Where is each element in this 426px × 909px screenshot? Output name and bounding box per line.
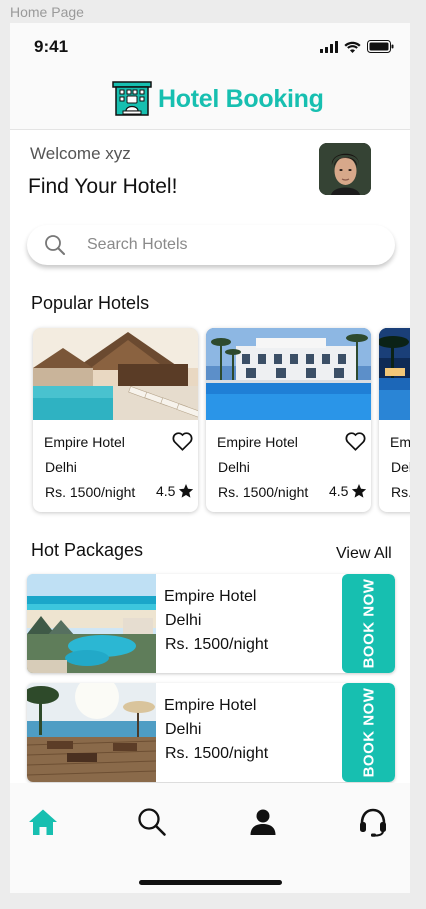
hotel-card[interactable]: Empire Hotel Delhi Rs. 1500/night 4.5	[206, 328, 371, 512]
battery-icon	[367, 40, 394, 53]
app-title: Hotel Booking	[158, 84, 324, 113]
hotel-price: Rs. 1500/night	[391, 484, 410, 500]
hotel-image	[33, 328, 198, 420]
hotel-city: Delhi	[218, 459, 250, 475]
hotel-price: Rs. 1500/night	[45, 484, 136, 500]
hotel-name: Empire Hotel	[217, 434, 298, 450]
signal-icon	[320, 40, 338, 53]
search-input[interactable]	[87, 225, 377, 265]
package-city: Delhi	[165, 612, 202, 629]
package-item[interactable]: Empire Hotel Delhi Rs. 1500/night BOOK N…	[27, 574, 395, 673]
phone-screen: 9:41 Hotel Booking Welcome xyz Find Your…	[10, 23, 410, 893]
package-name: Empire Hotel	[164, 588, 257, 605]
hotel-image	[379, 328, 410, 420]
hotel-rating: 4.5	[156, 483, 194, 499]
hotel-card[interactable]: Empire Hotel Delhi Rs. 1500/night	[379, 328, 410, 512]
favorite-heart-icon[interactable]	[172, 432, 193, 451]
frame-label: Home Page	[10, 4, 84, 20]
search-icon	[45, 235, 65, 255]
hotel-image	[206, 328, 371, 420]
home-content: Welcome xyz Find Your Hotel! Popula	[10, 130, 410, 783]
home-indicator	[139, 880, 282, 885]
status-icons	[320, 40, 394, 53]
search-bar[interactable]	[27, 225, 395, 265]
hotel-city: Delhi	[45, 459, 77, 475]
tab-profile[interactable]	[246, 805, 280, 839]
tab-search[interactable]	[135, 805, 169, 839]
book-now-label: BOOK NOW	[360, 578, 378, 669]
book-now-label: BOOK NOW	[360, 687, 378, 778]
hotel-name: Empire Hotel	[44, 434, 125, 450]
hotel-logo-icon	[112, 81, 152, 116]
search-icon	[138, 808, 166, 836]
hotel-city: Delhi	[391, 459, 410, 475]
popular-hotels-title: Popular Hotels	[31, 293, 150, 313]
package-name: Empire Hotel	[164, 697, 257, 714]
favorite-heart-icon[interactable]	[345, 432, 366, 451]
avatar-image	[319, 143, 371, 195]
package-image	[27, 574, 156, 673]
rating-value: 4.5	[156, 483, 176, 499]
hotel-rating: 4.5	[329, 483, 367, 499]
package-image	[27, 683, 156, 782]
profile-icon	[250, 809, 276, 835]
welcome-text: Welcome xyz	[30, 144, 131, 163]
brand: Hotel Booking	[112, 81, 324, 117]
page-headline: Find Your Hotel!	[28, 175, 178, 198]
package-price: Rs. 1500/night	[165, 745, 269, 762]
hot-packages-title: Hot Packages	[31, 540, 144, 560]
book-now-button[interactable]: BOOK NOW	[342, 683, 395, 782]
avatar[interactable]	[319, 143, 371, 195]
bottom-tab-bar	[10, 783, 410, 893]
package-city: Delhi	[165, 721, 202, 738]
app-header: Hotel Booking	[10, 73, 410, 130]
hotel-card[interactable]: Empire Hotel Delhi Rs. 1500/night 4.5	[33, 328, 198, 512]
wifi-icon	[344, 41, 361, 53]
star-icon	[352, 484, 367, 498]
package-price: Rs. 1500/night	[165, 636, 269, 653]
tab-support[interactable]	[356, 805, 390, 839]
home-icon	[29, 809, 57, 835]
hotel-name: Empire Hotel	[390, 434, 410, 450]
support-icon	[360, 808, 386, 837]
view-all-link[interactable]: View All	[336, 545, 392, 563]
tab-home[interactable]	[26, 805, 60, 839]
status-time: 9:41	[34, 37, 69, 56]
book-now-button[interactable]: BOOK NOW	[342, 574, 395, 673]
status-bar: 9:41	[10, 23, 410, 73]
hotel-price: Rs. 1500/night	[218, 484, 309, 500]
star-icon	[179, 484, 194, 498]
package-item[interactable]: Empire Hotel Delhi Rs. 1500/night BOOK N…	[27, 683, 395, 782]
rating-value: 4.5	[329, 483, 349, 499]
